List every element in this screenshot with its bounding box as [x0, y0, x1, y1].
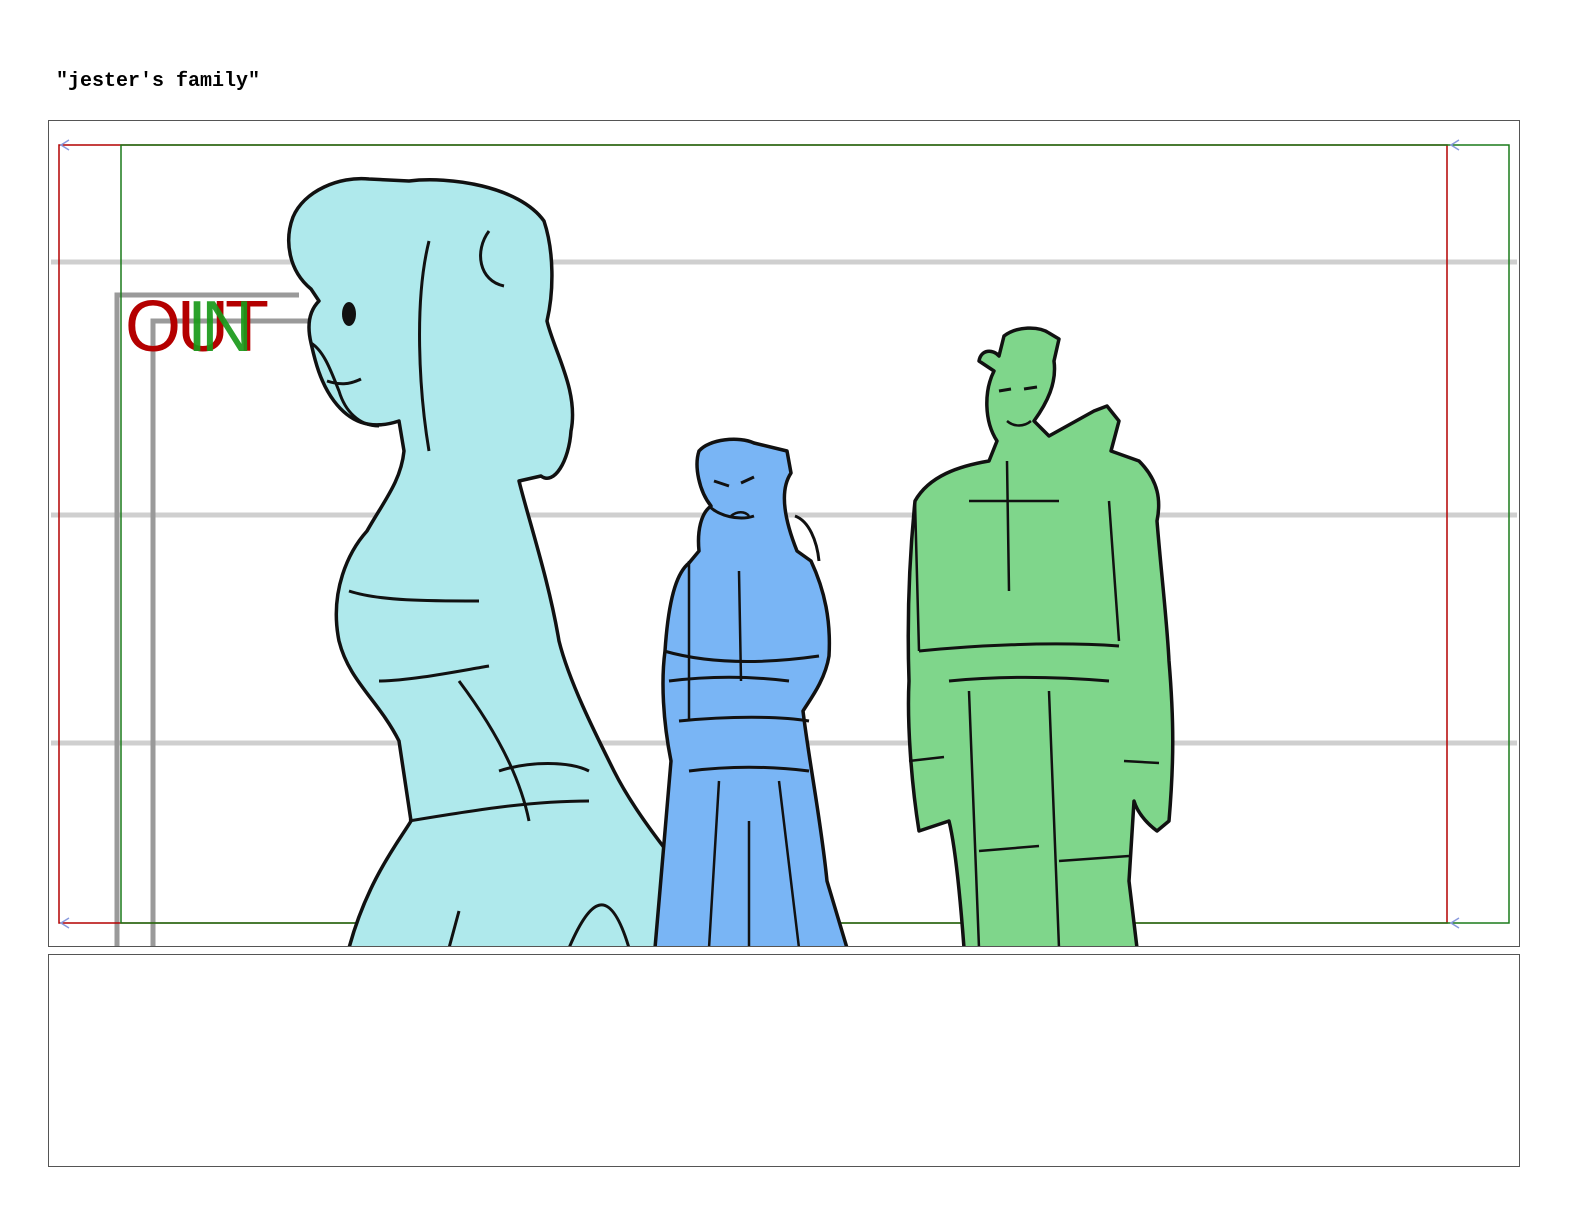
guard-figure — [906, 326, 1175, 946]
in-marker: IN — [187, 287, 253, 367]
storyboard-panel: OUT IN — [48, 120, 1520, 947]
out-in-markers: OUT IN — [125, 289, 315, 365]
panel-drawing — [51, 139, 1517, 946]
notes-box[interactable] — [48, 954, 1520, 1167]
scene-title: "jester's family" — [56, 70, 261, 93]
